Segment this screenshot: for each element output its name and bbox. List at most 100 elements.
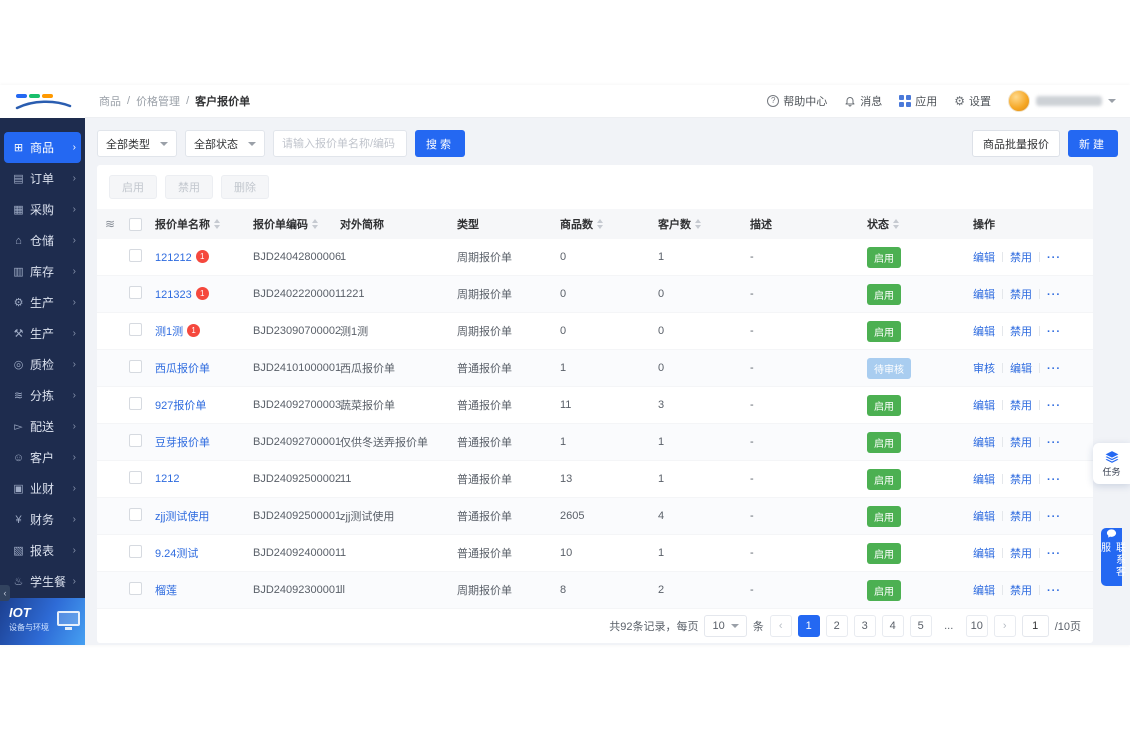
row-checkbox[interactable] <box>129 397 142 410</box>
row-action-2[interactable]: 禁用 <box>1010 326 1032 338</box>
prev-page-button[interactable]: ‹ <box>770 615 792 637</box>
row-action-1[interactable]: 编辑 <box>973 548 995 560</box>
page-button-2[interactable]: 2 <box>826 615 848 637</box>
breadcrumb-item[interactable]: 价格管理 <box>136 93 180 109</box>
more-actions-button[interactable]: ··· <box>1047 289 1061 301</box>
quote-name-link[interactable]: 121323 <box>155 289 192 301</box>
settings-button[interactable]: ⚙ 设置 <box>954 93 991 109</box>
column-goods-count[interactable]: 商品数 <box>560 216 658 232</box>
page-button-4[interactable]: 4 <box>882 615 904 637</box>
row-action-1[interactable]: 编辑 <box>973 289 995 301</box>
row-action-2[interactable]: 禁用 <box>1010 289 1032 301</box>
row-action-2[interactable]: 禁用 <box>1010 437 1032 449</box>
type-filter-select[interactable]: 全部类型 <box>97 130 177 157</box>
row-action-2[interactable]: 禁用 <box>1010 548 1032 560</box>
more-actions-button[interactable]: ··· <box>1047 511 1061 523</box>
sidebar-collapse-button[interactable]: ‹ <box>0 585 10 601</box>
sidebar-item-production[interactable]: ⚙ 生产 › <box>4 287 81 318</box>
new-button[interactable]: 新建 <box>1068 130 1118 157</box>
more-actions-button[interactable]: ··· <box>1047 363 1061 375</box>
sort-icon[interactable] <box>312 219 318 229</box>
sort-icon[interactable] <box>214 219 220 229</box>
row-action-1[interactable]: 编辑 <box>973 474 995 486</box>
row-action-1[interactable]: 编辑 <box>973 326 995 338</box>
iot-banner[interactable]: IOT 设备与环境 <box>0 598 85 645</box>
more-actions-button[interactable]: ··· <box>1047 548 1061 560</box>
row-action-1[interactable]: 编辑 <box>973 437 995 449</box>
more-actions-button[interactable]: ··· <box>1047 474 1061 486</box>
user-menu[interactable] <box>1008 90 1116 112</box>
apps-button[interactable]: 应用 <box>899 93 937 109</box>
breadcrumb-item[interactable]: 商品 <box>99 93 121 109</box>
row-checkbox[interactable] <box>129 434 142 447</box>
page-jump-input[interactable] <box>1022 615 1049 637</box>
column-status[interactable]: 状态 <box>867 216 973 232</box>
column-code[interactable]: 报价单编码 <box>253 216 340 232</box>
more-actions-button[interactable]: ··· <box>1047 585 1061 597</box>
quote-name-link[interactable]: 927报价单 <box>155 400 206 412</box>
sidebar-item-orders[interactable]: ▤ 订单 › <box>4 163 81 194</box>
sidebar-item-student-meals[interactable]: ♨ 学生餐 › <box>4 566 81 597</box>
sidebar-item-inventory[interactable]: ▥ 库存 › <box>4 256 81 287</box>
bulk-enable-button[interactable]: 启用 <box>109 175 157 199</box>
status-filter-select[interactable]: 全部状态 <box>185 130 265 157</box>
batch-quote-button[interactable]: 商品批量报价 <box>972 130 1060 157</box>
row-action-1[interactable]: 编辑 <box>973 511 995 523</box>
page-button-10[interactable]: 10 <box>966 615 988 637</box>
expand-rows-icon[interactable]: ≋ <box>105 217 115 231</box>
app-logo[interactable] <box>0 85 85 118</box>
sidebar-item-quality[interactable]: ◎ 质检 › <box>4 349 81 380</box>
row-checkbox[interactable] <box>129 471 142 484</box>
bulk-disable-button[interactable]: 禁用 <box>165 175 213 199</box>
sidebar-item-delivery[interactable]: ▻ 配送 › <box>4 411 81 442</box>
more-actions-button[interactable]: ··· <box>1047 326 1061 338</box>
task-float-button[interactable]: 任务 <box>1093 443 1130 484</box>
column-customer-count[interactable]: 客户数 <box>658 216 750 232</box>
row-checkbox[interactable] <box>129 249 142 262</box>
row-checkbox[interactable] <box>129 323 142 336</box>
sidebar-item-warehouse[interactable]: ⌂ 仓储 › <box>4 225 81 256</box>
sidebar-item-finance[interactable]: ¥ 财务 › <box>4 504 81 535</box>
sidebar-item-production-2[interactable]: ⚒ 生产 › <box>4 318 81 349</box>
row-action-1[interactable]: 编辑 <box>973 252 995 264</box>
sort-icon[interactable] <box>695 219 701 229</box>
row-action-1[interactable]: 审核 <box>973 363 995 375</box>
bulk-delete-button[interactable]: 删除 <box>221 175 269 199</box>
quote-name-link[interactable]: zjj测试使用 <box>155 511 209 523</box>
column-name[interactable]: 报价单名称 <box>155 216 253 232</box>
row-checkbox[interactable] <box>129 582 142 595</box>
quote-name-link[interactable]: 测1测 <box>155 326 183 338</box>
row-action-2[interactable]: 禁用 <box>1010 511 1032 523</box>
customer-service-button[interactable]: 联系客服 <box>1101 528 1122 586</box>
sidebar-item-goods[interactable]: ⊞ 商品 › <box>4 132 81 163</box>
more-actions-button[interactable]: ··· <box>1047 437 1061 449</box>
row-checkbox[interactable] <box>129 545 142 558</box>
quote-name-link[interactable]: 西瓜报价单 <box>155 363 210 375</box>
row-action-1[interactable]: 编辑 <box>973 585 995 597</box>
page-button-1[interactable]: 1 <box>798 615 820 637</box>
row-action-2[interactable]: 禁用 <box>1010 585 1032 597</box>
page-button-5[interactable]: 5 <box>910 615 932 637</box>
page-size-select[interactable]: 10 <box>704 615 746 637</box>
row-action-2[interactable]: 编辑 <box>1010 363 1032 375</box>
sort-icon[interactable] <box>893 219 899 229</box>
row-checkbox[interactable] <box>129 360 142 373</box>
more-actions-button[interactable]: ··· <box>1047 252 1061 264</box>
next-page-button[interactable]: › <box>994 615 1016 637</box>
search-button[interactable]: 搜索 <box>415 130 465 157</box>
row-checkbox[interactable] <box>129 286 142 299</box>
sidebar-item-business-finance[interactable]: ▣ 业财 › <box>4 473 81 504</box>
row-action-2[interactable]: 禁用 <box>1010 474 1032 486</box>
quote-name-link[interactable]: 121212 <box>155 252 192 264</box>
quote-name-link[interactable]: 榴莲 <box>155 585 177 597</box>
row-action-2[interactable]: 禁用 <box>1010 252 1032 264</box>
page-button-3[interactable]: 3 <box>854 615 876 637</box>
row-action-1[interactable]: 编辑 <box>973 400 995 412</box>
more-actions-button[interactable]: ··· <box>1047 400 1061 412</box>
row-checkbox[interactable] <box>129 508 142 521</box>
sidebar-item-sorting[interactable]: ≋ 分拣 › <box>4 380 81 411</box>
sidebar-item-customers[interactable]: ☺ 客户 › <box>4 442 81 473</box>
quote-name-link[interactable]: 豆芽报价单 <box>155 437 210 449</box>
sidebar-item-purchase[interactable]: ▦ 采购 › <box>4 194 81 225</box>
quote-name-link[interactable]: 9.24测试 <box>155 548 198 560</box>
